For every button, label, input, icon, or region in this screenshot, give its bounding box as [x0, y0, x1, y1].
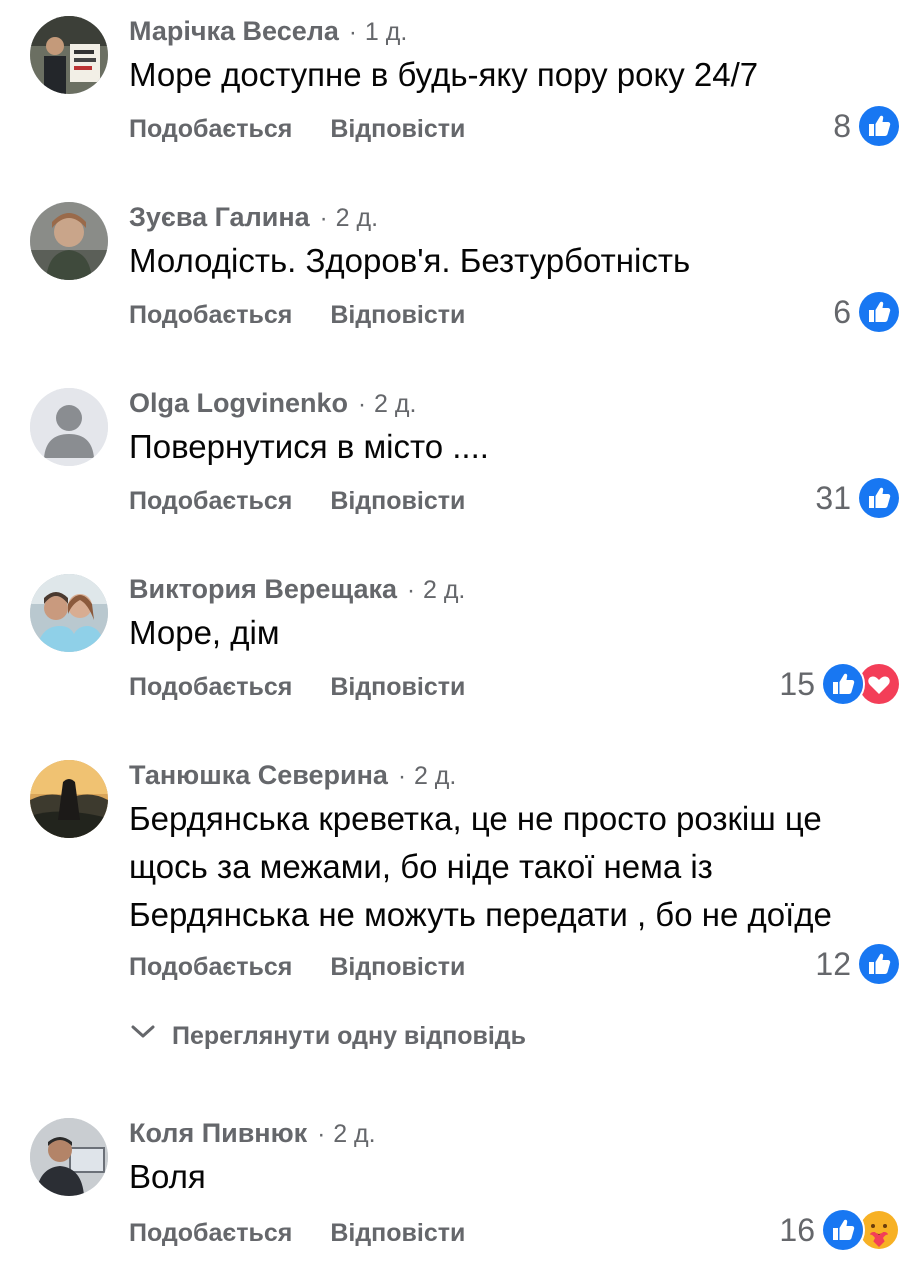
comment-meta: Марічка Весела · 1 д.	[129, 14, 407, 48]
comment-text-line: щось за межами, бо ніде такої нема із	[129, 848, 713, 885]
comment-text-line: Бердянська креветка, це не просто розкіш…	[129, 800, 822, 837]
author-name[interactable]: Виктория Верещака	[129, 574, 397, 604]
comment-meta: Танюшка Северина · 2 д.	[129, 758, 456, 792]
like-button[interactable]: Подобається	[129, 673, 292, 701]
like-button[interactable]: Подобається	[129, 487, 292, 515]
like-reaction-icon	[857, 290, 901, 334]
separator-dot: ·	[358, 391, 367, 418]
separator-dot: ·	[397, 763, 406, 790]
comment-meta: Olga Logvinenko · 2 д.	[129, 386, 416, 420]
reactions-summary[interactable]: 31	[815, 476, 901, 520]
comment-text: Море доступне в будь-яку пору року 24/7	[129, 56, 759, 93]
like-button[interactable]: Подобається	[129, 115, 292, 143]
comment-actions: Подобається Відповісти	[129, 950, 503, 984]
avatar[interactable]	[30, 574, 108, 652]
reactions-summary[interactable]: 8	[833, 104, 901, 148]
like-reaction-icon	[857, 942, 901, 986]
comment-actions: Подобається Відповісти	[129, 298, 503, 332]
author-name[interactable]: Зуєва Галина	[129, 202, 310, 232]
separator-dot: ·	[319, 205, 328, 232]
like-button[interactable]: Подобається	[129, 301, 292, 329]
comment-text: Молодість. Здоров'я. Безтурботність	[129, 242, 691, 279]
timestamp[interactable]: 2 д.	[423, 576, 465, 604]
reaction-count: 15	[779, 665, 815, 702]
comment-text-line: Бердянська не можуть передати , бо не до…	[129, 896, 832, 933]
like-button[interactable]: Подобається	[129, 953, 292, 981]
author-name[interactable]: Коля Пивнюк	[129, 1118, 307, 1148]
timestamp[interactable]: 1 д.	[365, 18, 407, 46]
comment-actions: Подобається Відповісти	[129, 1216, 503, 1250]
reply-button[interactable]: Відповісти	[330, 953, 465, 981]
separator-dot: ·	[317, 1121, 326, 1148]
comment-actions: Подобається Відповісти	[129, 670, 503, 704]
comment-text: Повернутися в місто ....	[129, 428, 489, 465]
comment-text: Воля	[129, 1158, 206, 1195]
like-reaction-icon	[821, 1208, 865, 1252]
reaction-count: 16	[779, 1211, 815, 1248]
reactions-summary[interactable]: 15	[779, 662, 901, 706]
timestamp[interactable]: 2 д.	[333, 1120, 375, 1148]
timestamp[interactable]: 2 д.	[414, 762, 456, 790]
reply-button[interactable]: Відповісти	[330, 115, 465, 143]
comment-text: Море, дім	[129, 614, 280, 651]
separator-dot: ·	[348, 19, 357, 46]
timestamp[interactable]: 2 д.	[336, 204, 378, 232]
comment-text: Бердянська креветка, це не просто розкіш…	[129, 795, 899, 939]
avatar[interactable]	[30, 388, 108, 466]
author-name[interactable]: Марічка Весела	[129, 16, 339, 46]
like-button[interactable]: Подобається	[129, 1219, 292, 1247]
comment-actions: Подобається Відповісти	[129, 112, 503, 146]
reaction-count: 6	[833, 293, 851, 330]
reply-button[interactable]: Відповісти	[330, 301, 465, 329]
author-name[interactable]: Танюшка Северина	[129, 760, 388, 790]
comment-meta: Зуєва Галина · 2 д.	[129, 200, 378, 234]
reply-button[interactable]: Відповісти	[330, 673, 465, 701]
reactions-summary[interactable]: 6	[833, 290, 901, 334]
reactions-summary[interactable]: 16	[779, 1208, 901, 1252]
comment-actions: Подобається Відповісти	[129, 484, 503, 518]
like-reaction-icon	[821, 662, 865, 706]
avatar[interactable]	[30, 760, 108, 838]
comment-meta: Виктория Верещака · 2 д.	[129, 572, 465, 606]
reactions-summary[interactable]: 12	[815, 942, 901, 986]
avatar[interactable]	[30, 16, 108, 94]
comment-meta: Коля Пивнюк · 2 д.	[129, 1116, 376, 1150]
avatar[interactable]	[30, 202, 108, 280]
reply-button[interactable]: Відповісти	[330, 1219, 465, 1247]
reaction-count: 8	[833, 107, 851, 144]
avatar[interactable]	[30, 1118, 108, 1196]
separator-dot: ·	[407, 577, 415, 604]
author-name[interactable]: Olga Logvinenko	[129, 388, 348, 418]
view-replies-label: Переглянути одну відповідь	[172, 1022, 527, 1050]
like-reaction-icon	[857, 104, 901, 148]
view-replies-link[interactable]: Переглянути одну відповідь	[130, 1018, 526, 1054]
reaction-count: 31	[815, 479, 851, 516]
reaction-count: 12	[815, 945, 851, 982]
timestamp[interactable]: 2 д.	[374, 390, 416, 418]
reply-button[interactable]: Відповісти	[330, 487, 465, 515]
chevron-down-icon	[130, 1018, 156, 1054]
like-reaction-icon	[857, 476, 901, 520]
